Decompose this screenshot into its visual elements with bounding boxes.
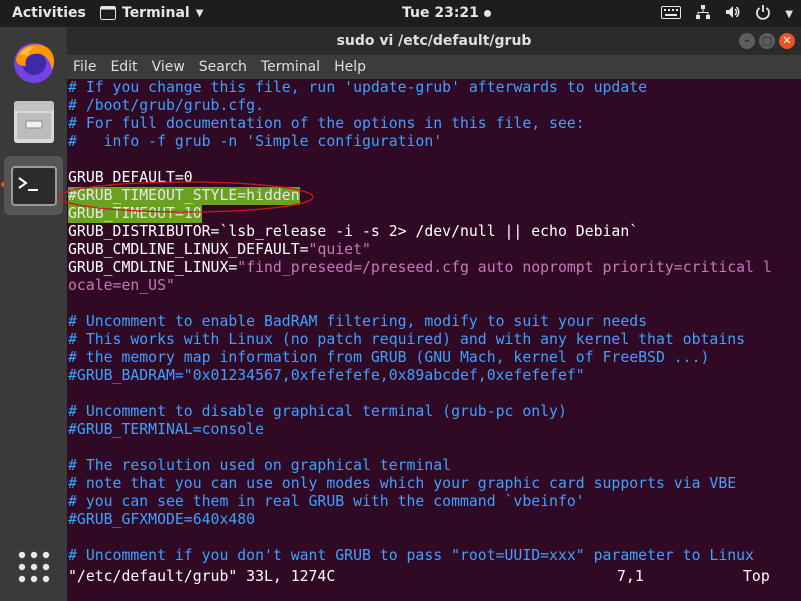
power-icon[interactable] xyxy=(755,4,771,24)
terminal-line: # note that you can use only modes which… xyxy=(68,475,801,493)
firefox-icon xyxy=(13,42,54,83)
terminal-line-text: # Uncomment to enable BadRAM filtering, … xyxy=(68,313,648,330)
terminal-line: GRUB_DISTRIBUTOR=`lsb_release -i -s 2> /… xyxy=(68,223,801,241)
minimize-button[interactable]: – xyxy=(739,33,755,49)
terminal-line: # /boot/grub/grub.cfg. xyxy=(68,97,801,115)
terminal-app-icon xyxy=(100,6,116,20)
terminal-line: # you can see them in real GRUB with the… xyxy=(68,493,801,511)
files-icon xyxy=(13,100,54,143)
terminal-line: # the memory map information from GRUB (… xyxy=(68,349,801,367)
terminal-line: # Uncomment to enable BadRAM filtering, … xyxy=(68,313,801,331)
terminal-line: # For full documentation of the options … xyxy=(68,115,801,133)
clock-label: Tue 23:21 xyxy=(402,5,479,21)
terminal-line-text: # This works with Linux (no patch requir… xyxy=(68,331,746,348)
terminal-line: # Uncomment to disable graphical termina… xyxy=(68,403,801,421)
terminal-line-text: #GRUB_GFXMODE=640x480 xyxy=(68,511,256,528)
keyboard-icon[interactable] xyxy=(661,5,682,23)
terminal-line-text: ocale=en_US" xyxy=(68,277,175,294)
terminal-line: GRUB_DEFAULT=0 xyxy=(68,169,801,187)
show-applications-button[interactable] xyxy=(4,537,63,596)
terminal-line-text: # info -f grub -n 'Simple configuration' xyxy=(68,133,443,150)
terminal-line: #GRUB_GFXMODE=640x480 xyxy=(68,511,801,529)
dock-firefox[interactable] xyxy=(4,32,63,91)
activities-button[interactable]: Activities xyxy=(12,5,86,21)
menu-view[interactable]: View xyxy=(152,59,192,75)
terminal-string-value: "quiet" xyxy=(308,241,371,258)
system-tray[interactable]: ▼ xyxy=(661,4,793,24)
volume-icon[interactable] xyxy=(725,4,741,24)
terminal-line-text: GRUB_CMDLINE_LINUX_DEFAULT= xyxy=(68,241,309,258)
chevron-down-icon: ▼ xyxy=(195,7,204,19)
terminal-content[interactable]: # If you change this file, run 'update-g… xyxy=(67,79,801,565)
terminal-line-text: # the memory map information from GRUB (… xyxy=(68,349,710,366)
terminal-line: ocale=en_US" xyxy=(68,277,801,295)
terminal-line-text: # Uncomment if you don't want GRUB to pa… xyxy=(68,547,754,564)
terminal-line: GRUB_CMDLINE_LINUX_DEFAULT="quiet" xyxy=(68,241,801,259)
menu-bar: File Edit View Search Terminal Help xyxy=(67,55,801,79)
menu-help[interactable]: Help xyxy=(334,59,373,75)
terminal-line: # info -f grub -n 'Simple configuration' xyxy=(68,133,801,151)
menu-terminal[interactable]: Terminal xyxy=(261,59,327,75)
terminal-line: #GRUB_TERMINAL=console xyxy=(68,421,801,439)
top-bar: Activities Terminal ▼ Tue 23:21 ▼ xyxy=(0,0,801,27)
terminal-line-text: #GRUB_TIMEOUT_STYLE=hidden xyxy=(68,187,300,205)
system-menu-chevron-icon[interactable]: ▼ xyxy=(785,9,793,20)
vi-status-line: "/etc/default/grub" 33L, 1274C 7,1 Top xyxy=(68,568,801,586)
status-file-info: "/etc/default/grub" 33L, 1274C xyxy=(68,568,336,585)
terminal-line: #GRUB_TIMEOUT_STYLE=hidden xyxy=(68,187,801,205)
terminal-line: # This works with Linux (no patch requir… xyxy=(68,331,801,349)
dock-terminal[interactable] xyxy=(4,156,63,215)
window-titlebar[interactable]: sudo vi /etc/default/grub – □ ✕ xyxy=(67,27,801,55)
menu-search[interactable]: Search xyxy=(199,59,254,75)
app-menu-label: Terminal xyxy=(122,5,190,21)
terminal-line-text: GRUB_DISTRIBUTOR=`lsb_release -i -s 2> /… xyxy=(68,223,639,240)
terminal-line: # The resolution used on graphical termi… xyxy=(68,457,801,475)
terminal-string-value: "find_preseed=/preseed.cfg auto noprompt… xyxy=(237,259,772,276)
terminal-line-text: #GRUB_TERMINAL=console xyxy=(68,421,264,438)
terminal-icon xyxy=(10,165,57,206)
window-title: sudo vi /etc/default/grub xyxy=(336,33,532,49)
close-button[interactable]: ✕ xyxy=(779,33,795,49)
terminal-line: GRUB_CMDLINE_LINUX="find_preseed=/presee… xyxy=(68,259,801,277)
terminal-line-text: # /boot/grub/grub.cfg. xyxy=(68,97,264,114)
terminal-line-text: GRUB_DEFAULT=0 xyxy=(68,169,193,186)
show-apps-icon xyxy=(18,551,49,582)
terminal-line: # If you change this file, run 'update-g… xyxy=(68,79,801,97)
terminal-line-text: # If you change this file, run 'update-g… xyxy=(68,79,648,96)
terminal-window: sudo vi /etc/default/grub – □ ✕ File Edi… xyxy=(67,27,801,601)
maximize-button[interactable]: □ xyxy=(759,33,775,49)
menu-file[interactable]: File xyxy=(73,59,103,75)
status-scroll-position: Top xyxy=(743,568,770,585)
terminal-line-text: # note that you can use only modes which… xyxy=(68,475,737,492)
status-cursor-position: 7,1 xyxy=(617,568,644,585)
terminal-line: GRUB_TIMEOUT=10 xyxy=(68,205,801,223)
notification-dot-icon xyxy=(483,9,491,17)
dock-files[interactable] xyxy=(4,92,63,151)
terminal-line-text: # Uncomment to disable graphical termina… xyxy=(68,403,567,420)
terminal-line-text: # you can see them in real GRUB with the… xyxy=(68,493,585,510)
menu-edit[interactable]: Edit xyxy=(110,59,144,75)
terminal-line: # Uncomment if you don't want GRUB to pa… xyxy=(68,547,801,565)
terminal-line-text: GRUB_CMDLINE_LINUX= xyxy=(68,259,238,276)
terminal-line-text: GRUB_TIMEOUT=10 xyxy=(68,205,202,223)
network-icon[interactable] xyxy=(695,4,711,24)
app-menu[interactable]: Terminal ▼ xyxy=(100,5,203,21)
clock[interactable]: Tue 23:21 xyxy=(402,5,491,21)
terminal-line-text: # The resolution used on graphical termi… xyxy=(68,457,452,474)
terminal-line: #GRUB_BADRAM="0x01234567,0xfefefefe,0x89… xyxy=(68,367,801,385)
terminal-line-text: #GRUB_BADRAM="0x01234567,0xfefefefe,0x89… xyxy=(68,367,585,384)
dock xyxy=(0,27,67,601)
terminal-line-text: # For full documentation of the options … xyxy=(68,115,585,132)
